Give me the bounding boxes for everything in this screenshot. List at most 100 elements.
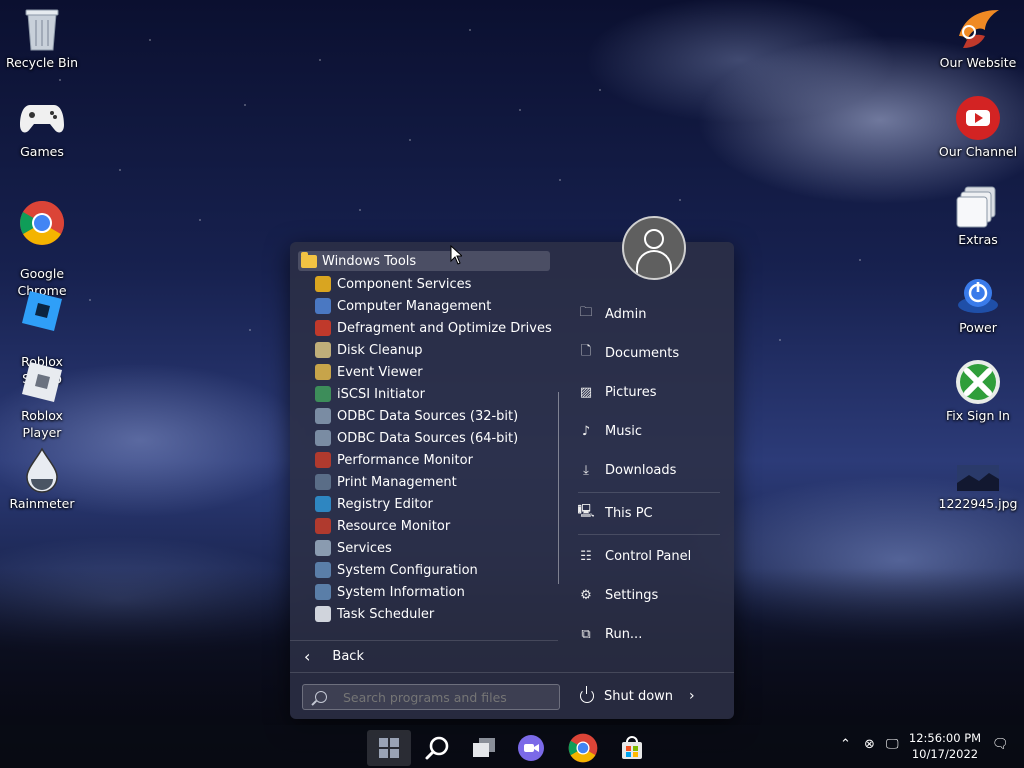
program-item[interactable]: iSCSI Initiator [315, 383, 552, 405]
program-item[interactable]: System Configuration [315, 559, 552, 581]
search-box[interactable] [302, 684, 560, 710]
shutdown-button[interactable]: Shut down › [580, 686, 695, 706]
system-information-icon [315, 584, 331, 600]
place-label: Settings [605, 587, 659, 603]
scrollbar[interactable] [558, 392, 559, 584]
desktop-icon-games[interactable]: Games [0, 95, 84, 160]
gear-icon [315, 540, 331, 556]
desktop-icon-label: 1222945.jpg [938, 496, 1018, 511]
divider [290, 640, 558, 641]
desktop-icon-image-file[interactable]: 1222945.jpg [936, 447, 1020, 512]
place-music[interactable]: ♪ Music [578, 420, 642, 442]
iscsi-icon [315, 386, 331, 402]
program-item[interactable]: ODBC Data Sources (64-bit) [315, 427, 552, 449]
place-documents[interactable]: 🗋 Documents [578, 342, 679, 364]
store-icon [622, 736, 642, 759]
place-settings[interactable]: ⚙ Settings [578, 584, 658, 606]
registry-editor-icon [315, 496, 331, 512]
program-item[interactable]: Computer Management [315, 295, 552, 317]
disk-cleanup-icon [315, 342, 331, 358]
program-label: Registry Editor [337, 496, 433, 512]
program-label: ODBC Data Sources (32-bit) [337, 408, 519, 424]
store-button[interactable] [614, 730, 650, 766]
program-label: Defragment and Optimize Drives [337, 320, 552, 336]
place-admin[interactable]: 🗀 Admin [578, 303, 646, 325]
program-item[interactable]: Event Viewer [315, 361, 552, 383]
chrome-taskbar-button[interactable] [565, 730, 601, 766]
program-item[interactable]: Resource Monitor [315, 515, 552, 537]
defrag-icon [315, 320, 331, 336]
folder-windows-tools[interactable]: Windows Tools [298, 251, 550, 271]
place-downloads[interactable]: ⤓ Downloads [578, 459, 676, 481]
desktop-icon-label: Our Website [939, 55, 1017, 70]
program-item[interactable]: Performance Monitor [315, 449, 552, 471]
display-icon[interactable]: 🖵 [886, 737, 899, 752]
clock-date: 10/17/2022 [911, 747, 979, 761]
program-item[interactable]: Component Services [315, 273, 552, 295]
search-icon [425, 736, 449, 760]
desktop-icon-our-channel[interactable]: Our Channel [936, 95, 1020, 160]
odbc-icon [315, 430, 331, 446]
program-item[interactable]: Defragment and Optimize Drives [315, 317, 552, 339]
component-services-icon [315, 276, 331, 292]
place-this-pc[interactable]: 🖳 This PC [577, 502, 653, 524]
program-item[interactable]: Print Management [315, 471, 552, 493]
place-pictures[interactable]: ▨ Pictures [578, 381, 657, 403]
program-list: Component Services Computer Management Def… [315, 273, 552, 625]
resource-monitor-icon [315, 518, 331, 534]
program-label: Print Management [337, 474, 457, 490]
program-label: Component Services [337, 276, 472, 292]
desktop-icon-extras[interactable]: Extras [936, 183, 1020, 248]
computer-management-icon [315, 298, 331, 314]
program-item[interactable]: Disk Cleanup [315, 339, 552, 361]
clock[interactable]: 12:56:00 PM 10/17/2022 [908, 730, 982, 762]
task-view-button[interactable] [466, 730, 502, 766]
roblox-studio-icon [19, 288, 65, 334]
place-control-panel[interactable]: ☷ Control Panel [578, 545, 691, 567]
chevron-left-icon: ‹ [304, 646, 311, 666]
program-item[interactable]: System Information [315, 581, 552, 603]
desktop-icon-label: Power [959, 320, 997, 335]
chevron-up-icon[interactable]: ⌃ [840, 737, 851, 752]
program-label: ODBC Data Sources (64-bit) [337, 430, 519, 446]
desktop-icon-label: Rainmeter [9, 496, 75, 511]
program-label: Performance Monitor [337, 452, 473, 468]
desktop-icon-label: Our Channel [938, 144, 1018, 159]
bird-logo-icon [955, 6, 1001, 52]
computer-icon: 🖳 [577, 504, 595, 519]
notifications-icon[interactable]: 🗨 [992, 737, 1009, 752]
place-label: Pictures [605, 384, 657, 400]
user-avatar[interactable] [622, 216, 686, 280]
search-input[interactable] [341, 688, 545, 706]
program-label: Event Viewer [337, 364, 423, 380]
place-label: This PC [605, 505, 653, 521]
desktop-icon-label: Extras [958, 232, 998, 247]
back-button[interactable]: ‹ Back [304, 646, 364, 666]
program-item[interactable]: Registry Editor [315, 493, 552, 515]
taskbar: ⌃ ⊗ 🖵 12:56:00 PM 10/17/2022 🗨 [0, 725, 1024, 768]
program-item[interactable]: ODBC Data Sources (32-bit) [315, 405, 552, 427]
chevron-right-icon[interactable]: › [689, 688, 695, 704]
program-item[interactable]: Services [315, 537, 552, 559]
program-item[interactable]: Task Scheduler [315, 603, 552, 625]
user-folder-icon: 🗀 [579, 305, 593, 320]
desktop-icon-recycle-bin[interactable]: Recycle Bin [0, 6, 84, 71]
program-label: Resource Monitor [337, 518, 451, 534]
run-icon: ⧉ [581, 626, 591, 642]
desktop-icon-label: Recycle Bin [5, 55, 79, 70]
desktop-icon-roblox-player[interactable]: Roblox Player [0, 359, 84, 441]
desktop-icon-rainmeter[interactable]: Rainmeter [0, 447, 84, 512]
taskbar-search-button[interactable] [419, 730, 455, 766]
desktop-icon-power[interactable]: Power [936, 271, 1020, 336]
shutdown-label: Shut down [604, 688, 674, 704]
start-button[interactable] [367, 730, 411, 766]
video-call-button[interactable] [513, 730, 549, 766]
desktop-icon-our-website[interactable]: Our Website [936, 6, 1020, 71]
desktop-icon-fix-sign-in[interactable]: Fix Sign In [936, 359, 1020, 424]
task-view-icon [473, 738, 495, 757]
program-label: System Configuration [337, 562, 478, 578]
network-icon[interactable]: ⊗ [864, 737, 875, 752]
folder-stack-icon [955, 183, 1001, 229]
roblox-player-icon [19, 359, 65, 405]
place-run[interactable]: ⧉ Run... [578, 623, 642, 645]
